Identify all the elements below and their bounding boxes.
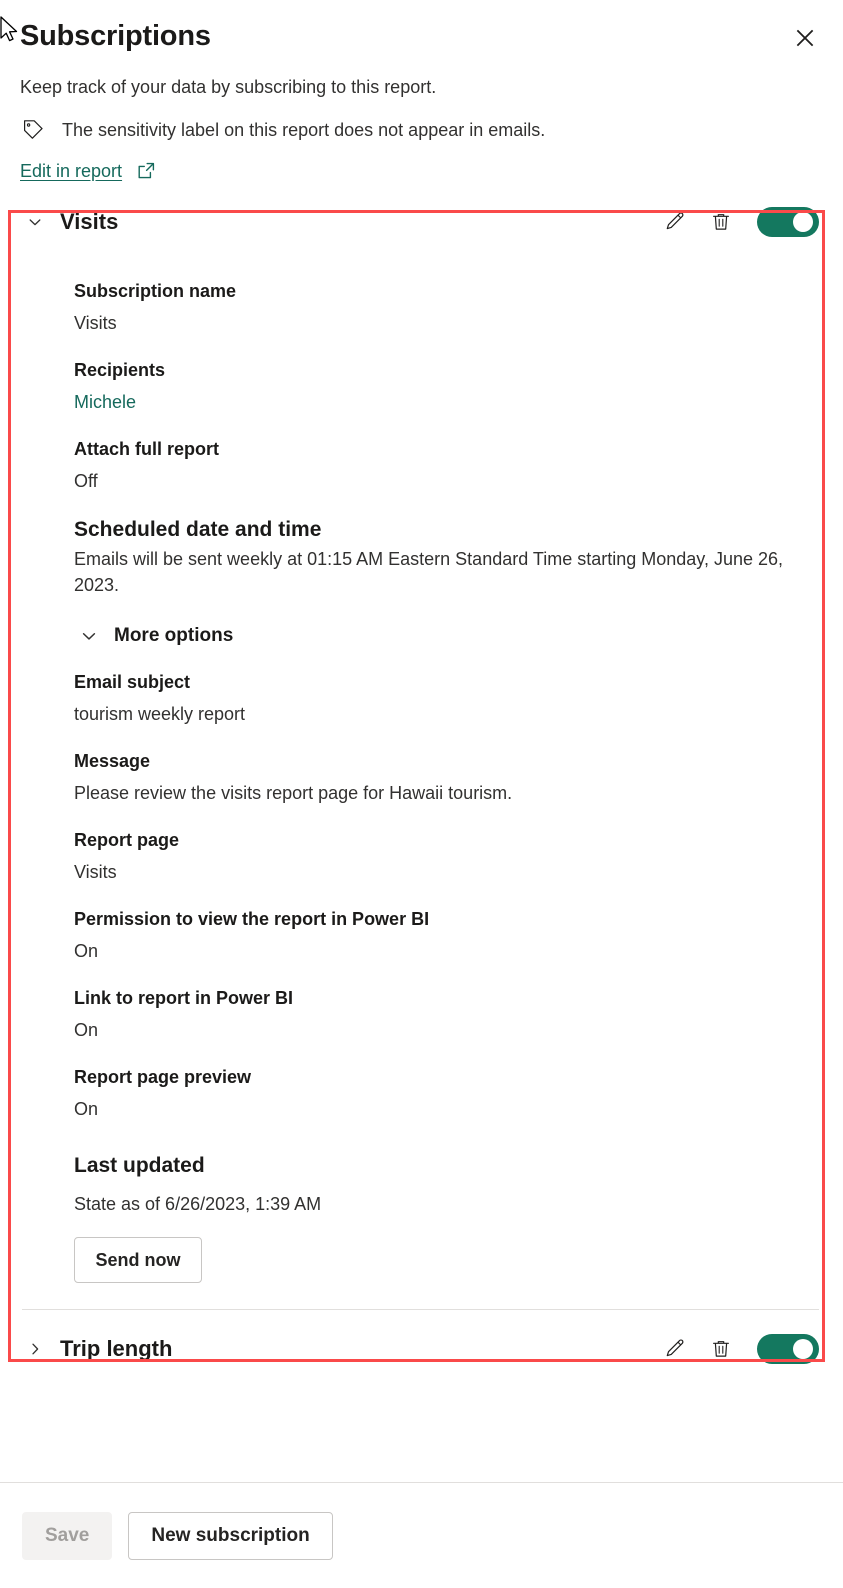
more-options-toggle[interactable]: More options bbox=[80, 624, 795, 648]
field-value: On bbox=[74, 941, 99, 961]
field-label: Attach full report bbox=[74, 439, 220, 459]
field-value: Emails will be sent weekly at 01:15 AM E… bbox=[74, 549, 784, 595]
field-label: Link to report in Power BI bbox=[74, 988, 294, 1008]
subscription-header-row[interactable]: Visits bbox=[22, 199, 819, 245]
chevron-down-icon bbox=[80, 627, 98, 645]
field-value: On bbox=[74, 1020, 99, 1040]
field-value: Visits bbox=[74, 313, 117, 333]
field-label: Last updated bbox=[74, 1154, 205, 1177]
subscription-name-heading: Trip length bbox=[60, 1336, 173, 1361]
subscription-list: Visits Subscription name Visits Recipien… bbox=[0, 199, 843, 1372]
field-link-to-report: Link to report in Power BI On bbox=[74, 986, 795, 1043]
field-label: Scheduled date and time bbox=[74, 518, 322, 541]
page-title: Subscriptions bbox=[20, 20, 211, 52]
subscription-row-actions bbox=[661, 207, 819, 237]
toggle-knob bbox=[793, 212, 813, 232]
pencil-icon[interactable] bbox=[661, 1335, 689, 1363]
edit-in-report-link[interactable]: Edit in report bbox=[20, 159, 126, 183]
field-recipients: Recipients Michele bbox=[74, 358, 795, 415]
more-options-label: More options bbox=[114, 625, 234, 646]
field-label: Permission to view the report in Power B… bbox=[74, 909, 430, 929]
subscription-row-actions bbox=[661, 1334, 819, 1364]
close-icon[interactable] bbox=[789, 22, 821, 54]
chevron-down-icon[interactable] bbox=[22, 209, 48, 235]
field-label: Recipients bbox=[74, 360, 166, 380]
subscription-item-visits: Visits Subscription name Visits Recipien… bbox=[0, 199, 843, 1283]
toggle-knob bbox=[793, 1339, 813, 1359]
save-button[interactable]: Save bbox=[22, 1511, 113, 1560]
subscription-details: Subscription name Visits Recipients Mich… bbox=[22, 279, 819, 1283]
field-value: Off bbox=[74, 471, 98, 491]
subscription-item-trip-length: Trip length bbox=[0, 1326, 843, 1372]
open-in-new-icon[interactable] bbox=[136, 160, 156, 182]
footer-action-bar: Save New subscription bbox=[0, 1482, 843, 1588]
subscription-enabled-toggle[interactable] bbox=[757, 1334, 819, 1364]
field-value: Visits bbox=[74, 862, 117, 882]
field-label: Report page preview bbox=[74, 1067, 252, 1087]
field-label: Report page bbox=[74, 830, 180, 850]
send-now-button[interactable]: Send now bbox=[74, 1237, 202, 1283]
new-subscription-button[interactable]: New subscription bbox=[128, 1511, 333, 1560]
sensitivity-label-text: The sensitivity label on this report doe… bbox=[62, 120, 546, 140]
panel-subtitle: Keep track of your data by subscribing t… bbox=[20, 77, 437, 97]
field-value: Please review the visits report page for… bbox=[74, 783, 513, 803]
pencil-icon[interactable] bbox=[661, 208, 689, 236]
edit-in-report-row: Edit in report bbox=[20, 159, 821, 183]
field-message: Message Please review the visits report … bbox=[74, 749, 795, 806]
field-value: State as of 6/26/2023, 1:39 AM bbox=[74, 1194, 322, 1214]
trash-icon[interactable] bbox=[707, 1335, 735, 1363]
field-report-page-preview: Report page preview On bbox=[74, 1065, 795, 1122]
field-subscription-name: Subscription name Visits bbox=[74, 279, 795, 336]
subscription-name-heading: Visits bbox=[60, 209, 119, 234]
field-scheduled-date-and-time: Scheduled date and time Emails will be s… bbox=[74, 516, 795, 598]
panel-header: Subscriptions Keep track of your data by… bbox=[0, 0, 843, 183]
trash-icon[interactable] bbox=[707, 208, 735, 236]
field-attach-full-report: Attach full report Off bbox=[74, 437, 795, 494]
subscription-header-row[interactable]: Trip length bbox=[22, 1326, 819, 1372]
subscription-enabled-toggle[interactable] bbox=[757, 207, 819, 237]
field-permission-to-view: Permission to view the report in Power B… bbox=[74, 907, 795, 964]
field-value: tourism weekly report bbox=[74, 704, 246, 724]
recipient-chip[interactable]: Michele bbox=[74, 389, 795, 415]
field-last-updated: Last updated State as of 6/26/2023, 1:39… bbox=[74, 1152, 795, 1217]
field-value: On bbox=[74, 1099, 99, 1119]
tag-icon bbox=[20, 117, 46, 143]
title-row: Subscriptions bbox=[20, 18, 821, 54]
field-label: Message bbox=[74, 751, 151, 771]
field-email-subject: Email subject tourism weekly report bbox=[74, 670, 795, 727]
sensitivity-notice: The sensitivity label on this report doe… bbox=[20, 117, 821, 143]
field-label: Subscription name bbox=[74, 281, 237, 301]
field-report-page: Report page Visits bbox=[74, 828, 795, 885]
chevron-right-icon[interactable] bbox=[22, 1336, 48, 1362]
subscription-divider bbox=[22, 1309, 819, 1310]
field-label: Email subject bbox=[74, 672, 191, 692]
